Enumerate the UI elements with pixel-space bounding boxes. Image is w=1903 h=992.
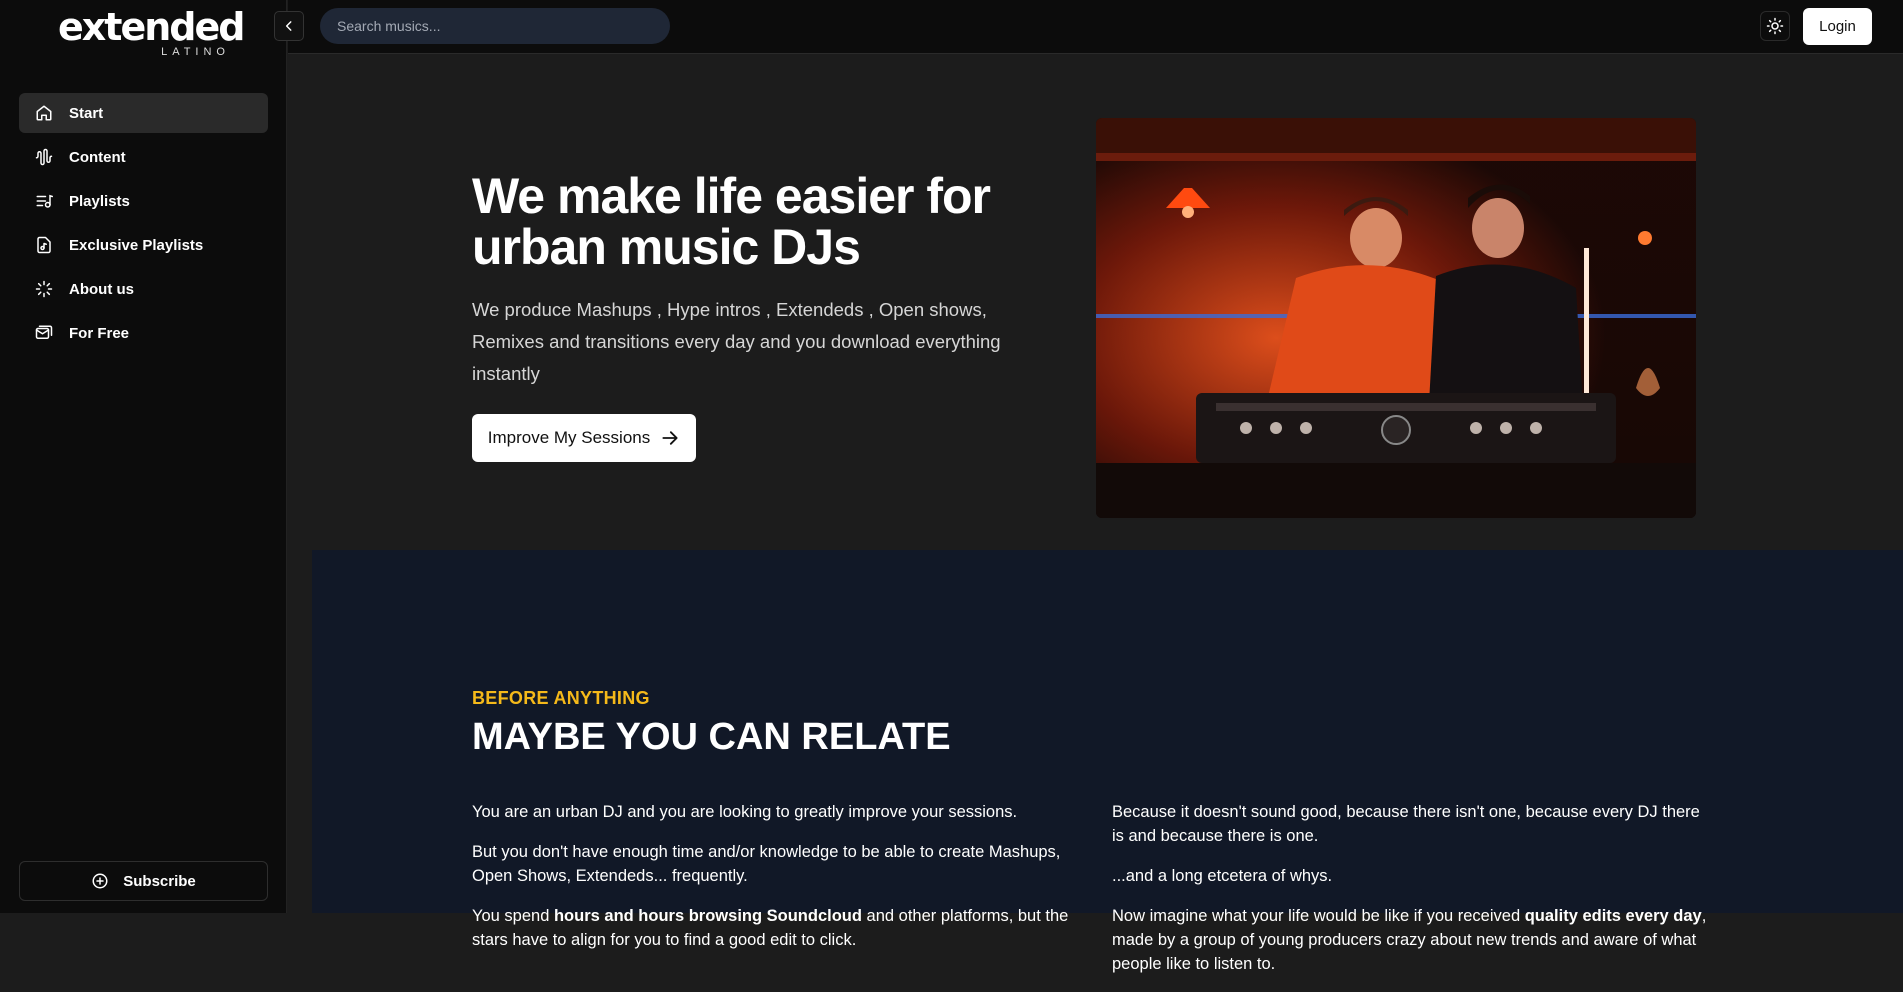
playlist-icon xyxy=(36,194,53,208)
sidebar-item-label: Content xyxy=(69,148,126,166)
relate-left-column: You are an urban DJ and you are looking … xyxy=(472,800,1072,968)
emphasis: hours and hours browsing Soundcloud xyxy=(553,907,862,925)
sidebar-item-label: Playlists xyxy=(69,192,130,210)
home-icon xyxy=(36,105,52,121)
improve-sessions-button[interactable]: Improve My Sessions xyxy=(472,414,696,462)
collapse-sidebar-button[interactable] xyxy=(274,11,304,41)
arrow-right-icon xyxy=(662,431,678,445)
plus-circle-icon xyxy=(92,873,108,889)
login-button[interactable]: Login xyxy=(1803,8,1872,45)
paragraph: Now imagine what your life would be like… xyxy=(1112,907,1707,973)
sidebar-item-label: Start xyxy=(69,104,104,122)
sidebar-item-for-free[interactable]: For Free xyxy=(19,313,268,353)
sidebar-item-label: Exclusive Playlists xyxy=(69,236,204,254)
hero-description: We produce Mashups , Hype intros , Exten… xyxy=(472,299,1001,384)
music-file-icon xyxy=(37,236,51,254)
waveform-icon xyxy=(35,148,53,166)
sidebar-item-label: For Free xyxy=(69,324,130,342)
paragraph: ...and a long etcetera of whys. xyxy=(1112,867,1333,885)
hero-title: We make life easier for urban music DJs xyxy=(472,168,991,275)
hero-image-djs xyxy=(1096,118,1696,518)
sidebar-nav: Start Content Playlists Exclusive Playli… xyxy=(19,93,268,357)
section-kicker: BEFORE ANYTHING xyxy=(472,688,650,708)
search-input[interactable] xyxy=(320,8,670,44)
paragraph: You spend hours and hours browsing Sound… xyxy=(472,907,1069,949)
sidebar-item-label: About us xyxy=(69,280,134,298)
brand-name: extended xyxy=(58,5,245,49)
sidebar-item-playlists[interactable]: Playlists xyxy=(19,181,268,221)
relate-section: BEFORE ANYTHING MAYBE YOU CAN RELATE You… xyxy=(312,550,1903,973)
subscribe-button[interactable]: Subscribe xyxy=(19,861,268,901)
sidebar-item-start[interactable]: Start xyxy=(19,93,268,133)
chevron-left-icon xyxy=(285,21,292,31)
top-bar: Login xyxy=(274,0,1903,54)
sidebar: extended LATINO Start Content Playlists … xyxy=(0,0,287,913)
sidebar-item-exclusive-playlists[interactable]: Exclusive Playlists xyxy=(19,225,268,265)
emphasis: quality edits every day xyxy=(1524,907,1702,925)
paragraph: Because it doesn't sound good, because t… xyxy=(1112,803,1700,845)
section-title: MAYBE YOU CAN RELATE xyxy=(472,716,951,758)
loader-icon xyxy=(35,280,53,298)
brand-sub: LATINO xyxy=(161,46,230,58)
cta-label: Improve My Sessions xyxy=(487,428,651,447)
sun-icon xyxy=(1766,17,1784,35)
brand-logo[interactable]: extended LATINO xyxy=(58,5,245,58)
subscribe-label: Subscribe xyxy=(123,872,196,890)
paragraph: But you don't have enough time and/or kn… xyxy=(472,843,1061,885)
sidebar-item-about-us[interactable]: About us xyxy=(19,269,268,309)
mail-icon xyxy=(35,325,53,339)
sidebar-item-content[interactable]: Content xyxy=(19,137,268,177)
paragraph: You are an urban DJ and you are looking … xyxy=(472,803,1018,821)
theme-toggle-button[interactable] xyxy=(1760,11,1790,41)
main-content: We make life easier for urban music DJs … xyxy=(288,55,1903,973)
relate-right-column: Because it doesn't sound good, because t… xyxy=(1112,800,1712,992)
